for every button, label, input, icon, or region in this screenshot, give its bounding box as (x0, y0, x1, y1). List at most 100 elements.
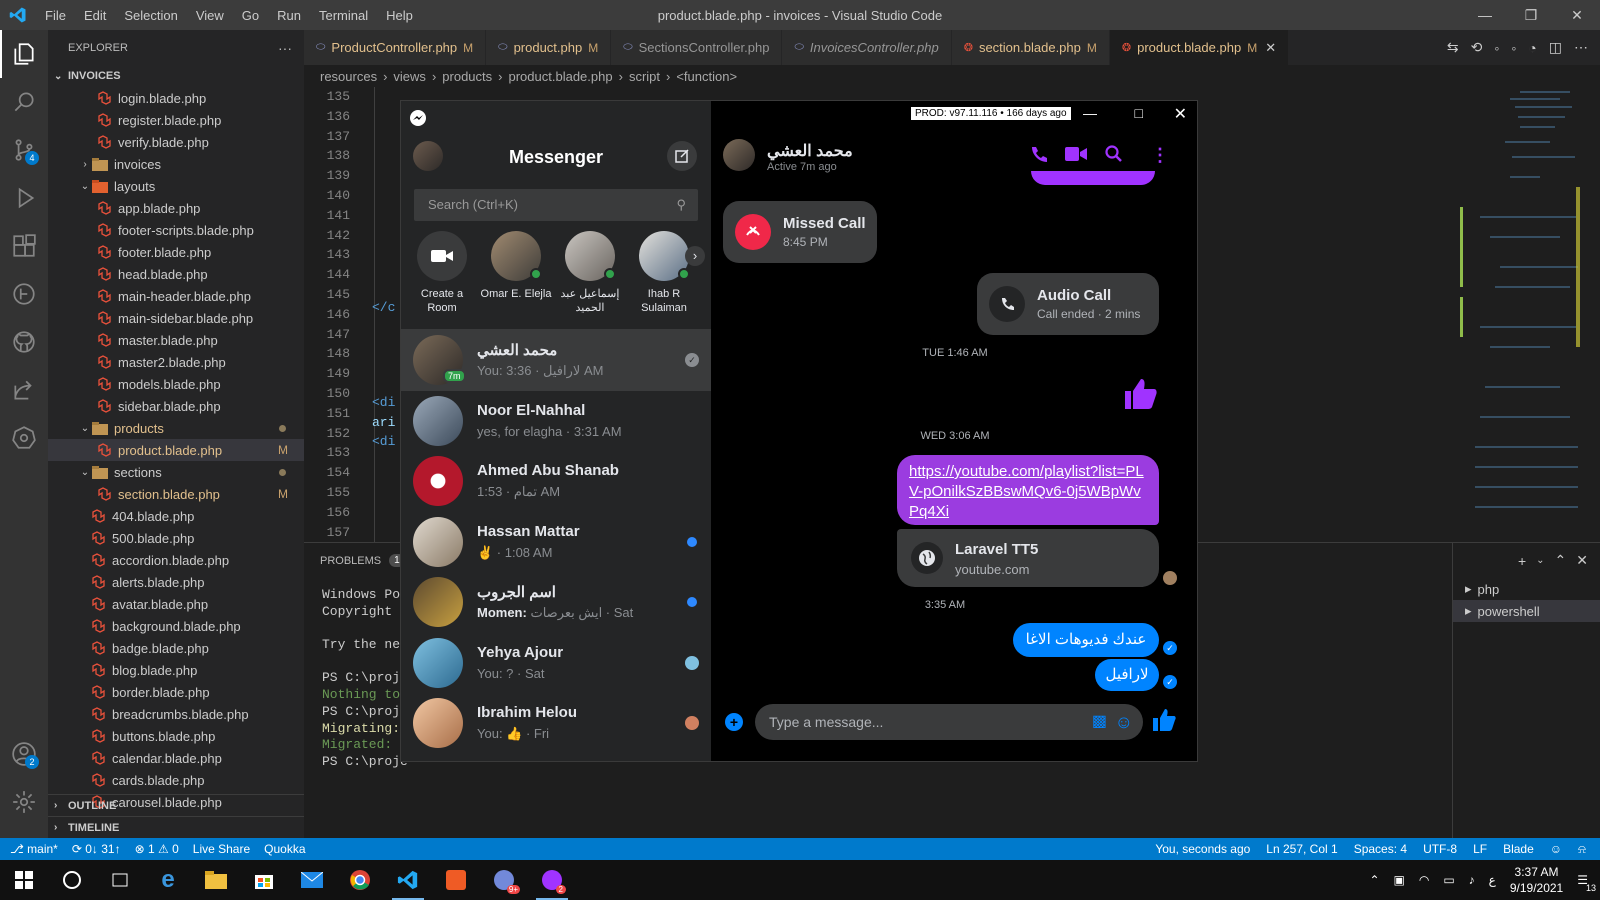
eol-status[interactable]: LF (1473, 842, 1487, 857)
file-item[interactable]: section.blade.php M (48, 483, 304, 505)
compare-icon[interactable]: ⇆ (1447, 39, 1459, 56)
file-item[interactable]: head.blade.php (48, 263, 304, 285)
quokka-status[interactable]: Quokka (264, 842, 305, 856)
file-item[interactable]: master.blade.php (48, 329, 304, 351)
youtube-link[interactable]: https://youtube.com/playlist?list=PLV-pO… (909, 463, 1144, 520)
contact-avatar[interactable] (723, 139, 755, 171)
wifi-icon[interactable]: ◠ (1419, 873, 1429, 887)
battery-icon[interactable]: ▭ (1443, 873, 1454, 887)
close-tab-icon[interactable]: ✕ (1265, 40, 1276, 56)
file-item[interactable]: accordion.blade.php (48, 549, 304, 571)
editor-tab[interactable]: ⬭ InvoicesController.php (782, 30, 952, 65)
breadcrumb-item[interactable]: product.blade.php (509, 69, 613, 84)
file-item[interactable]: badge.blade.php (48, 637, 304, 659)
language-mode[interactable]: Blade (1503, 842, 1534, 857)
video-call-icon[interactable] (1065, 147, 1087, 164)
terminal-instance[interactable]: ▸ powershell (1453, 600, 1600, 622)
menu-view[interactable]: View (187, 8, 233, 23)
conversation-item[interactable]: Noor El-Nahhal yes, for elagha · 3:31 AM (401, 390, 711, 452)
send-like-icon[interactable] (1151, 707, 1177, 736)
file-item[interactable]: footer-scripts.blade.php (48, 219, 304, 241)
file-item[interactable]: login.blade.php (48, 87, 304, 109)
file-item[interactable]: product.blade.php M (48, 439, 304, 461)
feedback-icon[interactable]: ☺ (1550, 842, 1562, 857)
messenger-taskbar-icon[interactable]: 2 (528, 860, 576, 900)
file-item[interactable]: main-sidebar.blade.php (48, 307, 304, 329)
clock[interactable]: 3:37 AM 9/19/2021 (1510, 864, 1563, 896)
file-item[interactable]: cards.blade.php (48, 769, 304, 791)
indentation-status[interactable]: Spaces: 4 (1354, 842, 1407, 857)
live-share-icon[interactable] (0, 366, 48, 414)
sticker-icon[interactable]: ▩ (1092, 704, 1107, 740)
editor-tab[interactable]: ⬭ ProductController.php M (304, 30, 487, 65)
stories-next-button[interactable]: › (685, 246, 705, 266)
editor-tab[interactable]: ⬭ SectionsController.php (611, 30, 783, 65)
breadcrumb-item[interactable]: <function> (676, 69, 737, 84)
conversation-item[interactable]: 7m محمد العشي You: لارافيل · 3:36 AM ✓ (401, 329, 711, 391)
file-item[interactable]: models.blade.php (48, 373, 304, 395)
task-view-icon[interactable] (96, 860, 144, 900)
timeline-icon[interactable]: ◔ (1528, 40, 1536, 56)
github-icon[interactable] (0, 318, 48, 366)
run-debug-icon[interactable] (0, 174, 48, 222)
breadcrumb-item[interactable]: products (442, 69, 492, 84)
file-item[interactable]: avatar.blade.php (48, 593, 304, 615)
folder-item[interactable]: ⌄ products (48, 417, 304, 439)
conversation-item[interactable]: Ahmed Abu Shanab تمام · 1:53 AM (401, 450, 711, 512)
file-explorer-icon[interactable] (192, 860, 240, 900)
file-item[interactable]: app.blade.php (48, 197, 304, 219)
file-item[interactable]: 404.blade.php (48, 505, 304, 527)
close-panel-icon[interactable]: ✕ (1576, 552, 1588, 569)
file-item[interactable]: breadcrumbs.blade.php (48, 703, 304, 725)
terminal-dropdown-icon[interactable]: ⌄ (1536, 555, 1544, 566)
more-actions-button[interactable]: ··· (278, 40, 292, 56)
missed-call-card[interactable]: Missed Call 8:45 PM (723, 201, 877, 263)
add-attachment-icon[interactable]: + (725, 713, 743, 731)
create-room-button[interactable]: Create a Room (405, 231, 479, 315)
new-terminal-icon[interactable]: + (1518, 553, 1526, 569)
terminal-output[interactable]: Windows Pow Copyright (Try the new PS C:\p… (322, 587, 408, 771)
file-item[interactable]: blog.blade.php (48, 659, 304, 681)
menu-terminal[interactable]: Terminal (310, 8, 377, 23)
breadcrumb-item[interactable]: views (393, 69, 426, 84)
sent-message[interactable]: عندك فديوهات الاغا (1013, 623, 1159, 657)
file-item[interactable]: verify.blade.php (48, 131, 304, 153)
close-window-button[interactable]: ✕ (1554, 0, 1600, 30)
file-item[interactable]: alerts.blade.php (48, 571, 304, 593)
restore-button[interactable]: ❐ (1508, 0, 1554, 30)
settings-gear-icon[interactable] (0, 778, 48, 826)
file-item[interactable]: register.blade.php (48, 109, 304, 131)
kubernetes-icon[interactable] (0, 414, 48, 462)
problems-status[interactable]: ⊗ 1 ⚠ 0 (135, 842, 179, 856)
editor-tab[interactable]: ❂ product.blade.php M ✕ (1109, 30, 1290, 65)
accounts-icon[interactable]: 2 (0, 730, 48, 778)
breadcrumb-item[interactable]: resources (320, 69, 377, 84)
audio-call-card[interactable]: Audio Call Call ended · 2 mins (977, 273, 1159, 335)
conversation-item[interactable]: اسم الجروب Momen: ايش بعرصات · Sat (401, 571, 711, 633)
editor-tab[interactable]: ❂ section.blade.php M (951, 30, 1110, 65)
input-language[interactable]: ع (1489, 873, 1496, 887)
file-item[interactable]: 500.blade.php (48, 527, 304, 549)
sync-status[interactable]: ⟳ 0↓ 31↑ (72, 842, 121, 856)
notification-center-icon[interactable]: ☰ 13 (1577, 873, 1596, 893)
file-item[interactable]: sidebar.blade.php (48, 395, 304, 417)
vscode-taskbar-icon[interactable] (384, 860, 432, 900)
store-icon[interactable] (240, 860, 288, 900)
branch-status[interactable]: ⎇ main* (10, 842, 58, 856)
new-message-button[interactable] (667, 141, 697, 171)
source-control-icon[interactable]: 4 (0, 126, 48, 174)
file-item[interactable]: main-header.blade.php (48, 285, 304, 307)
more-options-icon[interactable]: ⋮ (1151, 145, 1169, 166)
search-in-chat-icon[interactable] (1105, 145, 1123, 166)
messenger-search-input[interactable]: Search (Ctrl+K) ⚲ (414, 189, 698, 221)
audio-call-icon[interactable] (1029, 145, 1047, 166)
chrome-icon[interactable] (336, 860, 384, 900)
folder-item[interactable]: ⌄ layouts (48, 175, 304, 197)
editor-tab[interactable]: ⬭ product.php M (486, 30, 612, 65)
file-item[interactable]: calendar.blade.php (48, 747, 304, 769)
git-graph-icon[interactable] (0, 270, 48, 318)
prev-change-icon[interactable]: ◦ (1494, 40, 1499, 56)
discord-icon[interactable]: 9+ (480, 860, 528, 900)
menu-help[interactable]: Help (377, 8, 422, 23)
minimap[interactable] (1460, 87, 1580, 542)
